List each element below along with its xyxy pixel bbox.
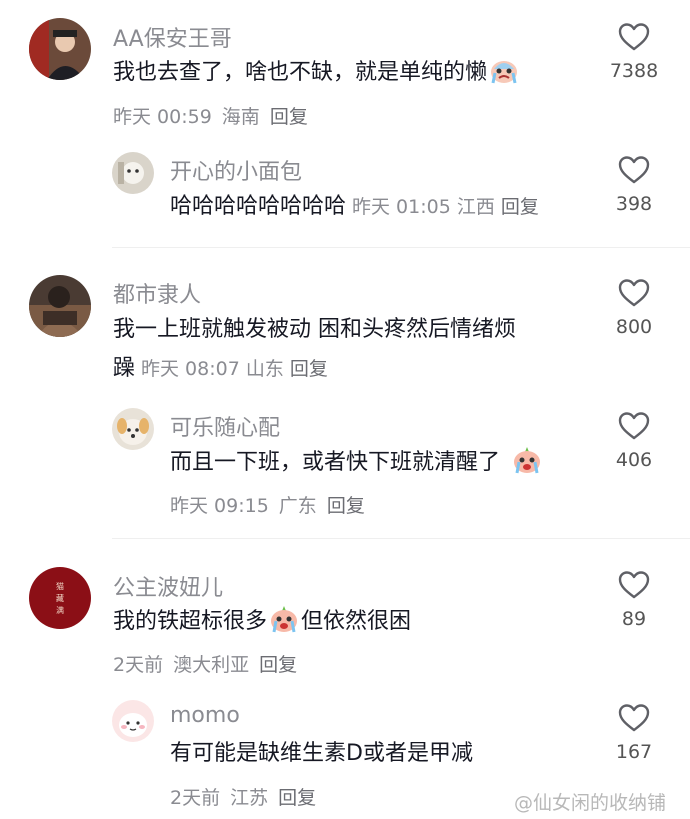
like-button[interactable]: 167	[604, 703, 664, 763]
heart-icon	[618, 704, 650, 732]
comment-text: 我也去查了，啥也不缺，就是单纯的懒	[113, 54, 521, 92]
like-count: 800	[615, 316, 653, 338]
comment-time: 2天前	[170, 787, 221, 809]
crying-face-emoji-icon	[489, 55, 519, 85]
svg-text:满: 满	[56, 605, 64, 615]
comment-text-content: 我也去查了，啥也不缺，就是单纯的懒	[113, 60, 488, 85]
watermark: @仙女闲的收纳铺	[513, 792, 666, 814]
svg-text:藏: 藏	[56, 593, 64, 603]
comment-text-part2: 但依然很困	[301, 609, 412, 634]
comment-meta: 2天前 江苏 回复	[170, 783, 316, 810]
username[interactable]: 都市隶人	[113, 277, 201, 309]
crying-face-emoji-icon	[269, 604, 299, 634]
comment-text-content: 躁	[113, 356, 136, 381]
like-button[interactable]: 800	[604, 278, 664, 338]
comment-meta: 昨天 00:59 海南 回复	[113, 102, 308, 129]
comment-text: 我一上班就触发被动 困和头疼然后情绪烦	[113, 317, 516, 342]
like-count: 89	[621, 608, 647, 630]
comment-text-part1: 我的铁超标很多	[113, 609, 268, 634]
comment-text-content: 而且一下班，或者快下班就清醒了	[170, 450, 501, 475]
reply-button[interactable]: 回复	[290, 358, 328, 380]
comment-meta: 2天前 澳大利亚 回复	[113, 650, 297, 677]
comment-text: 哈哈哈哈哈哈哈哈 昨天 01:05 江西 回复	[170, 188, 539, 226]
reply-button[interactable]: 回复	[259, 654, 297, 676]
reply-button[interactable]: 回复	[270, 106, 308, 128]
heart-icon	[618, 571, 650, 599]
avatar[interactable]: 猫 藏 满	[29, 567, 91, 629]
heart-icon	[618, 412, 650, 440]
like-button[interactable]: 7388	[604, 22, 664, 82]
username[interactable]: AA保安王哥	[113, 21, 232, 53]
comment-time: 昨天 00:59	[113, 106, 212, 128]
divider	[112, 247, 690, 248]
comment-text: 我的铁超标很多 但依然很困	[113, 603, 411, 641]
avatar[interactable]	[112, 700, 154, 742]
username[interactable]: 可乐随心配	[170, 410, 280, 442]
comment-meta: 昨天 01:05 江西 回复	[352, 196, 539, 218]
reply-button[interactable]: 回复	[501, 196, 539, 218]
comment-location: 山东	[245, 358, 284, 380]
username[interactable]: 公主波妞儿	[113, 570, 223, 602]
reply-button[interactable]: 回复	[278, 787, 316, 809]
divider	[112, 538, 690, 539]
comment-location: 海南	[221, 106, 260, 128]
comment-meta: 昨天 09:15 广东 回复	[170, 491, 365, 518]
reply-button[interactable]: 回复	[327, 495, 365, 517]
comment-time: 昨天 09:15	[170, 495, 269, 517]
comment-time: 2天前	[113, 654, 164, 676]
comment-text-line2: 躁昨天 08:07 山东 回复	[113, 350, 328, 388]
like-button[interactable]: 89	[604, 570, 664, 630]
comment-location: 澳大利亚	[173, 654, 250, 676]
comment-text-content: 哈哈哈哈哈哈哈哈	[170, 194, 347, 219]
like-button[interactable]: 398	[604, 155, 664, 215]
avatar[interactable]	[112, 152, 154, 194]
comment-text: 有可能是缺维生素D或者是甲减	[170, 741, 473, 766]
like-count: 398	[615, 193, 653, 215]
comment-location: 广东	[278, 495, 317, 517]
heart-icon	[618, 279, 650, 307]
crying-face-emoji-icon	[512, 445, 542, 475]
username[interactable]: momo	[170, 703, 240, 728]
svg-text:猫: 猫	[56, 581, 64, 591]
comment-location: 江西	[456, 196, 495, 218]
comment-meta: 昨天 08:07 山东 回复	[141, 358, 328, 380]
avatar[interactable]	[112, 408, 154, 450]
avatar[interactable]	[29, 275, 91, 337]
like-count: 167	[615, 741, 653, 763]
like-count: 7388	[609, 60, 659, 82]
comment-time: 昨天 08:07	[141, 358, 240, 380]
heart-icon	[618, 156, 650, 184]
like-count: 406	[615, 449, 653, 471]
comment-text: 而且一下班，或者快下班就清醒了	[170, 444, 544, 482]
like-button[interactable]: 406	[604, 411, 664, 471]
comment-time: 昨天 01:05	[352, 196, 451, 218]
username[interactable]: 开心的小面包	[170, 154, 302, 186]
heart-icon	[618, 23, 650, 51]
avatar[interactable]	[29, 18, 91, 80]
comment-location: 江苏	[230, 787, 269, 809]
